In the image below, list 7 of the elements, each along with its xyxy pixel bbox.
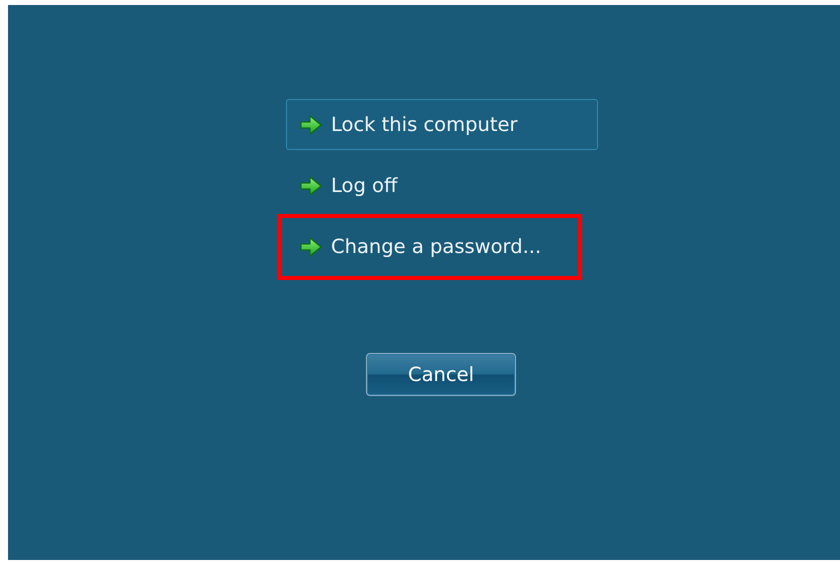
arrow-icon [299,174,323,196]
option-link[interactable]: Log off [286,160,598,211]
arrow-icon [299,236,323,258]
cancel-button[interactable]: Cancel [366,353,516,396]
option-link[interactable]: Lock this computer [286,99,598,150]
option-link[interactable]: Change a password... [286,221,598,272]
arrow-icon [299,114,323,136]
